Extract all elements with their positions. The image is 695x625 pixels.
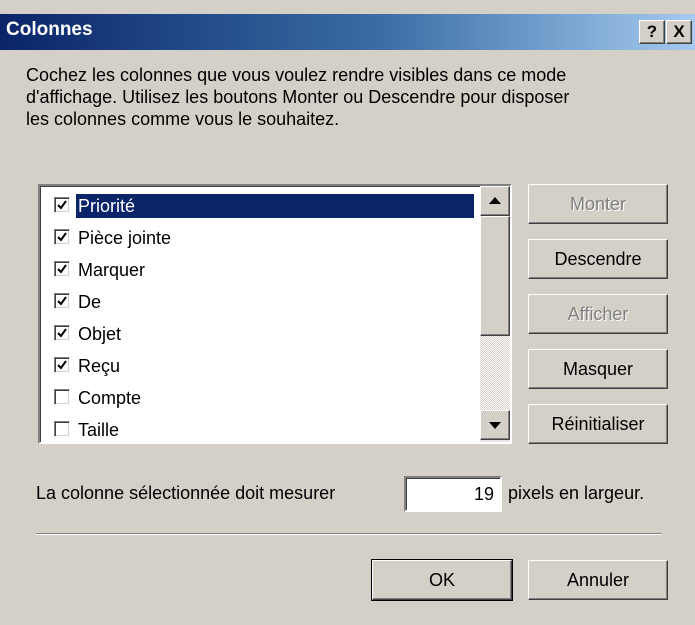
separator [36,533,662,535]
instructions-line-2: d'affichage. Utilisez les boutons Monter… [26,87,570,107]
checkbox-de[interactable] [54,293,70,309]
monter-button[interactable]: Monter [528,184,668,224]
column-item-recu[interactable]: Reçu [46,352,466,382]
column-item-marquer[interactable]: Marquer [46,256,466,286]
scroll-thumb[interactable] [480,216,510,336]
check-icon [57,360,67,370]
checkbox-marquer[interactable] [54,261,70,277]
title-bar[interactable]: Colonnes ? X [0,14,695,50]
checkbox-objet[interactable] [54,325,70,341]
masquer-button[interactable]: Masquer [528,349,668,389]
descendre-button[interactable]: Descendre [528,239,668,279]
columns-listbox[interactable]: Priorité Pièce jointe Marquer De Objet R… [38,184,512,444]
checkbox-compte[interactable] [54,389,70,405]
instructions-text: Cochez les colonnes que vous voulez rend… [26,64,676,130]
column-label: Objet [78,324,122,344]
column-label: Pièce jointe [78,228,172,248]
column-label: Priorité [75,193,475,219]
check-icon [57,264,67,274]
instructions-line-1: Cochez les colonnes que vous voulez rend… [26,65,567,85]
check-icon [57,200,67,210]
width-label: La colonne sélectionnée doit mesurer [36,483,336,503]
column-label: Reçu [78,356,121,376]
afficher-button[interactable]: Afficher [528,294,668,334]
down-arrow-icon [489,422,501,429]
checkbox-taille[interactable] [54,421,70,437]
reinitialiser-button[interactable]: Réinitialiser [528,404,668,444]
annuler-button[interactable]: Annuler [528,560,668,600]
column-item-priorite[interactable]: Priorité [46,192,475,222]
close-button[interactable]: X [666,20,692,44]
help-button[interactable]: ? [639,20,665,44]
column-item-objet[interactable]: Objet [46,320,466,350]
column-label: Marquer [78,260,146,280]
checkbox-priorite[interactable] [54,197,70,213]
check-icon [57,296,67,306]
width-input[interactable]: 19 [404,476,502,512]
check-icon [57,232,67,242]
column-item-taille[interactable]: Taille [46,416,466,442]
instructions-line-3: les colonnes comme vous le souhaitez. [26,109,340,129]
check-icon [57,328,67,338]
list-scrollbar[interactable] [480,186,510,442]
column-label: De [78,292,102,312]
column-item-de[interactable]: De [46,288,466,318]
column-label: Compte [78,388,142,408]
column-item-piece-jointe[interactable]: Pièce jointe [46,224,466,254]
scroll-track[interactable] [480,336,510,410]
width-unit-label: pixels en largeur. [508,483,645,503]
scroll-down-button[interactable] [480,410,510,440]
column-item-compte[interactable]: Compte [46,384,466,414]
column-label: Taille [78,420,120,440]
up-arrow-icon [489,197,501,204]
checkbox-piece-jointe[interactable] [54,229,70,245]
window-title: Colonnes [6,19,93,40]
ok-button[interactable]: OK [371,559,513,601]
scroll-up-button[interactable] [480,186,510,216]
checkbox-recu[interactable] [54,357,70,373]
